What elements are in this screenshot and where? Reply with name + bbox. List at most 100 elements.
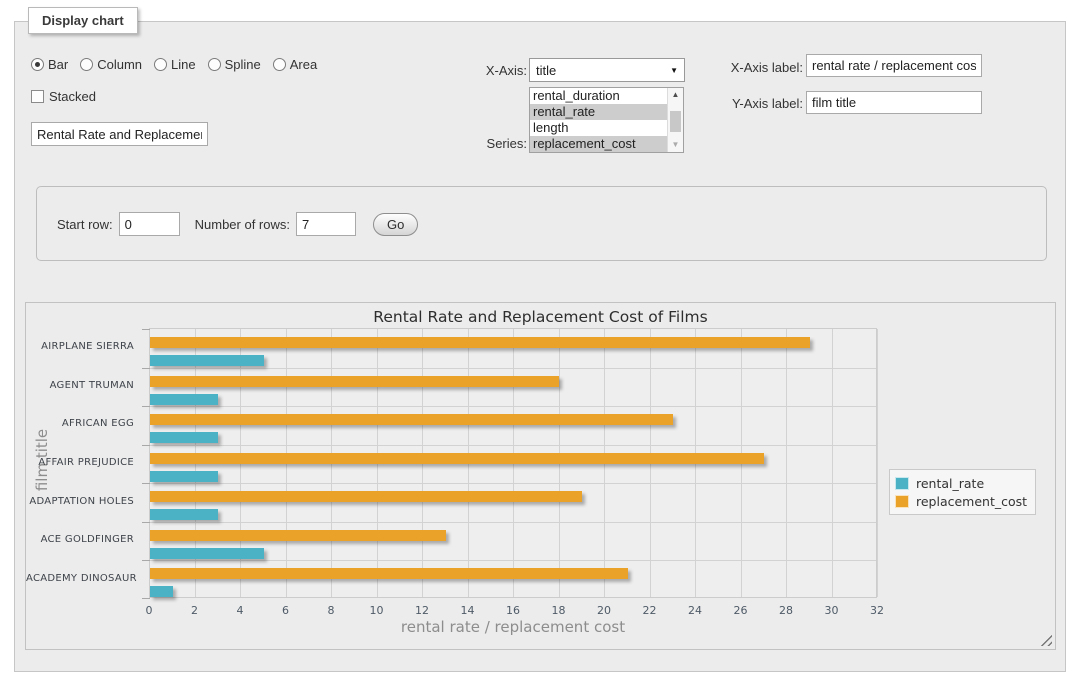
rows-panel-content: Start row: Number of rows: Go xyxy=(57,212,418,236)
radio-icon[interactable] xyxy=(273,58,286,71)
stacked-checkbox-row: Stacked xyxy=(31,89,96,104)
gridline xyxy=(150,560,876,561)
chart-x-axis-label: rental rate / replacement cost xyxy=(149,618,877,636)
gridline xyxy=(150,483,876,484)
chart-title-input[interactable] xyxy=(31,122,208,146)
gridline xyxy=(832,329,833,597)
series-select-label: Series: xyxy=(400,136,527,151)
bar-rental_rate xyxy=(150,471,218,482)
chart-type-radio-line[interactable]: Line xyxy=(154,57,196,72)
gridline xyxy=(150,406,876,407)
number-of-rows-label: Number of rows: xyxy=(195,217,290,232)
category-label: AGENT TRUMAN xyxy=(26,380,134,391)
category-label: AFRICAN EGG xyxy=(26,418,134,429)
y-tick-mark xyxy=(142,329,150,330)
y-tick-mark xyxy=(142,368,150,369)
category-label: ADAPTATION HOLES xyxy=(26,496,134,507)
x-tick-label: 32 xyxy=(870,604,884,617)
number-of-rows-input[interactable] xyxy=(296,212,356,236)
legend-label: rental_rate xyxy=(916,476,984,491)
chart-type-radio-group: Bar Column Line Spline Area xyxy=(31,57,317,72)
scroll-down-icon[interactable]: ▼ xyxy=(668,138,683,152)
x-axis-selected-value: title xyxy=(536,63,670,78)
bar-rental_rate xyxy=(150,355,264,366)
x-axis-select-label: X-Axis: xyxy=(400,63,527,78)
gridline xyxy=(150,368,876,369)
bar-rental_rate xyxy=(150,432,218,443)
gridline xyxy=(150,522,876,523)
radio-icon[interactable] xyxy=(80,58,93,71)
series-option-replacement_cost[interactable]: replacement_cost xyxy=(530,136,667,152)
bar-replacement_cost xyxy=(150,453,764,464)
rows-panel: Start row: Number of rows: Go xyxy=(36,186,1047,261)
bar-replacement_cost xyxy=(150,337,810,348)
bar-replacement_cost xyxy=(150,376,559,387)
x-tick-label: 4 xyxy=(237,604,244,617)
bar-rental_rate xyxy=(150,394,218,405)
x-tick-label: 26 xyxy=(734,604,748,617)
x-tick-label: 6 xyxy=(282,604,289,617)
radio-label: Bar xyxy=(48,57,68,72)
chart-title: Rental Rate and Replacement Cost of Film… xyxy=(26,308,1055,326)
x-tick-label: 14 xyxy=(461,604,475,617)
page: Display chart BarColumnLineSplineArea St… xyxy=(0,0,1081,681)
radio-label: Area xyxy=(290,57,317,72)
radio-icon[interactable] xyxy=(31,58,44,71)
x-axis-label-label: X-Axis label: xyxy=(676,60,803,75)
chart-type-radio-column[interactable]: Column xyxy=(80,57,142,72)
category-label: ACE GOLDFINGER xyxy=(26,534,134,545)
y-axis-label-label: Y-Axis label: xyxy=(676,96,803,111)
x-axis-select[interactable]: title ▼ xyxy=(529,58,685,82)
chart-legend: rental_rate replacement_cost xyxy=(889,469,1036,515)
x-tick-label: 22 xyxy=(643,604,657,617)
stacked-label: Stacked xyxy=(49,89,96,104)
y-tick-mark xyxy=(142,406,150,407)
start-row-label: Start row: xyxy=(57,217,113,232)
radio-icon[interactable] xyxy=(208,58,221,71)
start-row-input[interactable] xyxy=(119,212,180,236)
series-option-rental_duration[interactable]: rental_duration xyxy=(530,88,667,104)
x-tick-label: 28 xyxy=(779,604,793,617)
y-tick-mark xyxy=(142,560,150,561)
series-option-length[interactable]: length xyxy=(530,120,667,136)
x-axis-label-input[interactable] xyxy=(806,54,982,77)
y-axis-label-input[interactable] xyxy=(806,91,982,114)
chart-plot-area xyxy=(149,328,877,598)
radio-icon[interactable] xyxy=(154,58,167,71)
legend-swatch-icon xyxy=(895,477,909,490)
x-tick-label: 24 xyxy=(688,604,702,617)
gridline xyxy=(786,329,787,597)
chart-type-radio-spline[interactable]: Spline xyxy=(208,57,261,72)
legend-item-replacement_cost: replacement_cost xyxy=(895,492,1027,510)
scrollbar-thumb[interactable] xyxy=(670,111,681,132)
x-tick-label: 8 xyxy=(328,604,335,617)
series-option-rental_rate[interactable]: rental_rate xyxy=(530,104,667,120)
bar-replacement_cost xyxy=(150,568,628,579)
x-tick-label: 16 xyxy=(506,604,520,617)
bar-replacement_cost xyxy=(150,414,673,425)
gridline xyxy=(150,445,876,446)
gridline xyxy=(877,329,878,597)
radio-label: Line xyxy=(171,57,196,72)
chart-type-radio-bar[interactable]: Bar xyxy=(31,57,68,72)
chart-type-radio-area[interactable]: Area xyxy=(273,57,317,72)
x-tick-label: 10 xyxy=(370,604,384,617)
x-tick-label: 2 xyxy=(191,604,198,617)
y-tick-mark xyxy=(142,598,150,599)
x-tick-label: 18 xyxy=(552,604,566,617)
category-label: ACADEMY DINOSAUR xyxy=(26,573,134,584)
resize-grip-icon[interactable] xyxy=(1040,634,1052,646)
legend-swatch-icon xyxy=(895,495,909,508)
bar-replacement_cost xyxy=(150,530,446,541)
legend-label: replacement_cost xyxy=(916,494,1027,509)
y-tick-mark xyxy=(142,445,150,446)
legend-item-rental_rate: rental_rate xyxy=(895,474,1027,492)
radio-label: Spline xyxy=(225,57,261,72)
series-listbox[interactable]: rental_durationrental_ratelengthreplacem… xyxy=(529,87,684,153)
go-button[interactable]: Go xyxy=(373,213,418,236)
stacked-checkbox-icon[interactable] xyxy=(31,90,44,103)
bar-rental_rate xyxy=(150,548,264,559)
x-tick-label: 12 xyxy=(415,604,429,617)
series-options: rental_durationrental_ratelengthreplacem… xyxy=(530,88,667,152)
x-tick-label: 0 xyxy=(146,604,153,617)
